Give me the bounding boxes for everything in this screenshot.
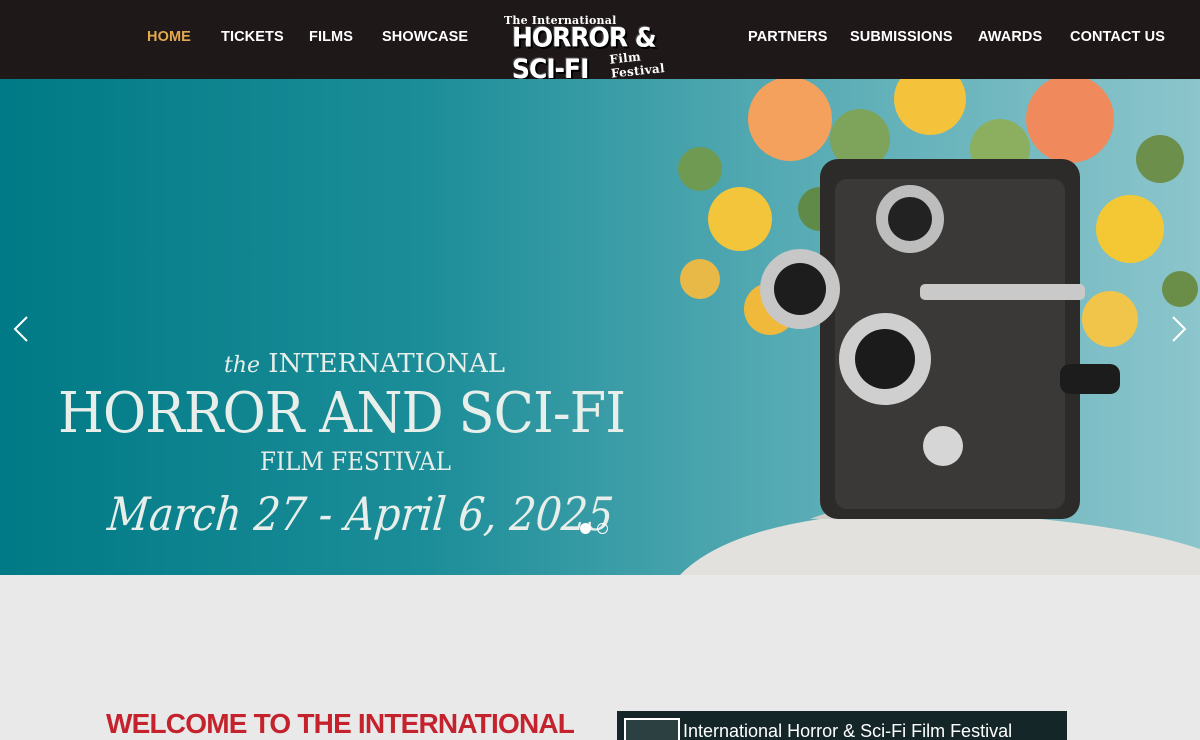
- slider-pagination: [580, 523, 608, 534]
- camera-flower-artwork: [678, 79, 1200, 575]
- video-channel-thumbnail: [624, 718, 680, 740]
- nav-contact-us[interactable]: CONTACT US: [1070, 29, 1165, 45]
- nav-home[interactable]: HOME: [147, 29, 191, 45]
- slider-dot-1[interactable]: [580, 523, 591, 534]
- nav-showcase[interactable]: SHOWCASE: [382, 29, 468, 45]
- hero-slider: the INTERNATIONAL HORROR AND SCI-FI FILM…: [0, 79, 1200, 575]
- chevron-right-icon: [1172, 316, 1187, 342]
- hero-dates: March 27 - April 6, 2025: [105, 487, 616, 541]
- nav-films[interactable]: FILMS: [309, 29, 353, 45]
- slider-prev-button[interactable]: [10, 309, 34, 349]
- video-embed[interactable]: International Horror & Sci-Fi Film Festi…: [617, 711, 1067, 740]
- nav-submissions[interactable]: SUBMISSIONS: [850, 29, 953, 45]
- hero-tagline: the INTERNATIONAL: [224, 349, 506, 379]
- hero-subtitle: FILM FESTIVAL: [260, 447, 452, 476]
- hero-title: HORROR AND SCI-FI: [58, 381, 626, 446]
- slider-next-button[interactable]: [1166, 309, 1190, 349]
- nav-tickets[interactable]: TICKETS: [221, 29, 284, 45]
- chevron-left-icon: [13, 316, 28, 342]
- nav-partners[interactable]: PARTNERS: [748, 29, 827, 45]
- welcome-heading: WELCOME TO THE INTERNATIONAL: [106, 708, 575, 739]
- slider-dot-2[interactable]: [597, 523, 608, 534]
- top-navigation: HOME TICKETS FILMS SHOWCASE The Internat…: [0, 0, 1200, 84]
- video-title[interactable]: International Horror & Sci-Fi Film Festi…: [683, 721, 1012, 740]
- festival-logo[interactable]: The International HORROR & SCI-FI Film F…: [500, 12, 700, 84]
- nav-awards[interactable]: AWARDS: [978, 29, 1042, 45]
